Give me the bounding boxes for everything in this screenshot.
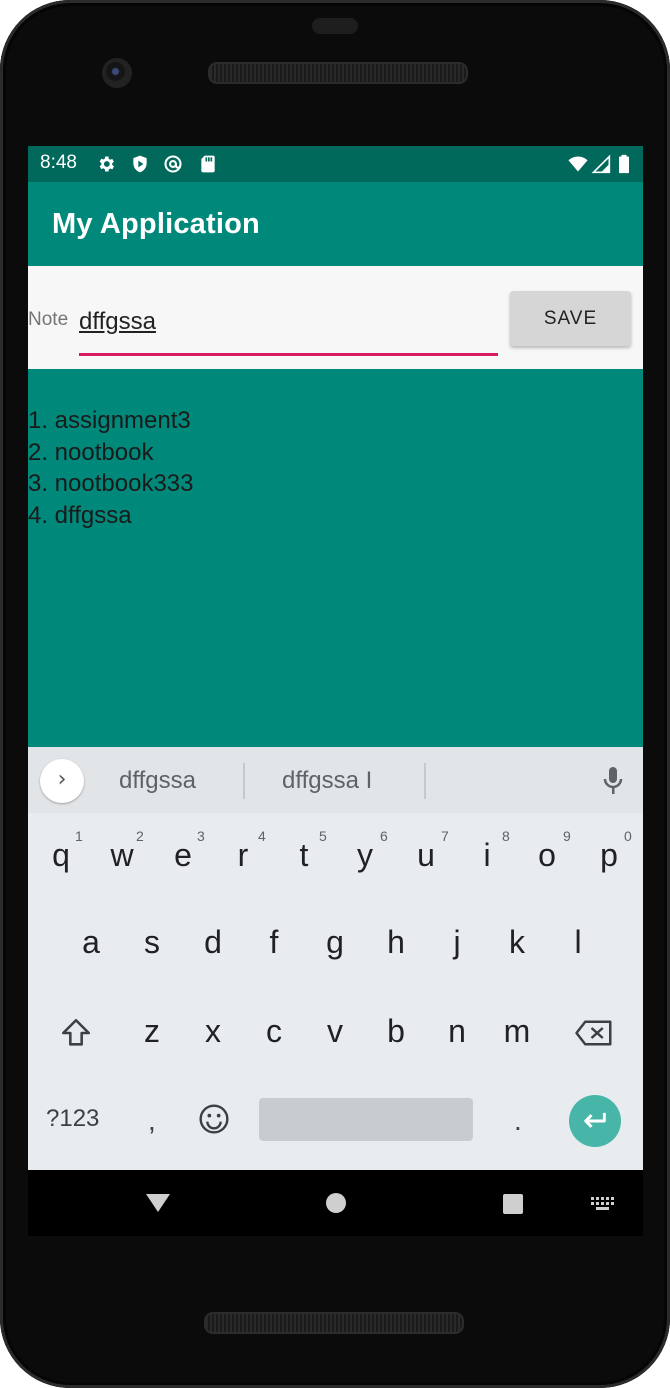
sd-card-icon <box>201 155 215 173</box>
key-x[interactable]: x <box>188 1013 238 1050</box>
key-hint: 3 <box>197 828 205 844</box>
list-item: 3. nootbook333 <box>28 470 194 497</box>
notes-list: 1. assignment3 2. nootbook 3. nootbook33… <box>28 405 193 531</box>
status-time: 8:48 <box>40 152 77 173</box>
key-hint: 7 <box>441 828 449 844</box>
input-focus-underline <box>79 353 498 356</box>
top-speaker <box>208 62 468 84</box>
chevron-right-icon[interactable]: › <box>40 759 84 803</box>
cell-signal-icon <box>591 154 611 174</box>
suggestion-strip: › dffgssa dffgssa I <box>28 747 643 813</box>
shift-icon[interactable] <box>59 1016 93 1050</box>
microphone-icon[interactable] <box>601 765 625 797</box>
key-j[interactable]: j <box>432 924 482 961</box>
list-item: 4. dffgssa <box>28 501 132 529</box>
key-hint: 8 <box>502 828 510 844</box>
key-hint: 9 <box>563 828 571 844</box>
phone-frame: 8:48 My Application Note dffgssa SAVE 1.… <box>0 0 670 1388</box>
key-hint: 0 <box>624 828 632 844</box>
key-s[interactable]: s <box>127 924 177 961</box>
status-bar: 8:48 <box>28 146 643 182</box>
symbols-key[interactable]: ?123 <box>46 1105 99 1133</box>
key-n[interactable]: n <box>432 1013 482 1050</box>
key-hint: 1 <box>75 828 83 844</box>
key-c[interactable]: c <box>249 1013 299 1050</box>
home-icon[interactable] <box>325 1192 347 1214</box>
suggestion-1[interactable]: dffgssa <box>119 767 196 795</box>
settings-icon <box>99 156 114 172</box>
key-b[interactable]: b <box>371 1013 421 1050</box>
key-hint: 2 <box>136 828 144 844</box>
key-a[interactable]: a <box>66 924 116 961</box>
key-m[interactable]: m <box>492 1013 542 1050</box>
earpiece <box>312 18 358 34</box>
emoji-icon[interactable] <box>198 1103 230 1135</box>
note-form: Note SAVE <box>28 266 643 369</box>
space-key[interactable] <box>259 1098 473 1141</box>
screen: 8:48 My Application Note dffgssa SAVE 1.… <box>28 146 643 1236</box>
enter-arrow-icon <box>584 1112 606 1128</box>
key-v[interactable]: v <box>310 1013 360 1050</box>
key-f[interactable]: f <box>249 924 299 961</box>
soft-keyboard: › dffgssa dffgssa I q w e r t y u i o p … <box>28 747 643 1170</box>
recents-icon[interactable] <box>502 1193 524 1215</box>
suggestion-2[interactable]: dffgssa I <box>282 767 372 795</box>
key-hint: 6 <box>380 828 388 844</box>
key-h[interactable]: h <box>371 924 421 961</box>
key-hint: 4 <box>258 828 266 844</box>
list-item: 2. nootbook <box>28 438 154 466</box>
key-hint: 5 <box>319 828 327 844</box>
notes-list-area: 1. assignment3 2. nootbook 3. nootbook33… <box>28 369 643 747</box>
app-bar: My Application <box>28 182 643 266</box>
wifi-icon <box>568 156 588 172</box>
bottom-speaker <box>204 1312 464 1334</box>
key-period[interactable]: . <box>514 1105 522 1137</box>
suggestion-divider <box>424 763 426 799</box>
key-g[interactable]: g <box>310 924 360 961</box>
suggestion-divider <box>243 763 245 799</box>
key-z[interactable]: z <box>127 1013 177 1050</box>
save-button[interactable]: SAVE <box>510 291 631 346</box>
shield-icon <box>133 155 147 173</box>
front-camera <box>102 58 132 88</box>
system-nav-bar <box>28 1170 643 1236</box>
key-d[interactable]: d <box>188 924 238 961</box>
back-icon[interactable] <box>145 1192 171 1214</box>
enter-key[interactable] <box>569 1095 621 1147</box>
key-comma[interactable]: , <box>148 1105 156 1137</box>
key-l[interactable]: l <box>553 924 603 961</box>
keyboard-switch-icon[interactable] <box>590 1196 616 1212</box>
backspace-icon[interactable] <box>574 1018 614 1048</box>
key-k[interactable]: k <box>492 924 542 961</box>
note-label: Note <box>28 309 69 330</box>
at-sign-icon <box>164 155 182 173</box>
note-input[interactable] <box>79 302 498 342</box>
list-item: 1. assignment3 <box>28 407 191 434</box>
battery-icon <box>619 154 629 174</box>
app-title: My Application <box>52 208 260 240</box>
